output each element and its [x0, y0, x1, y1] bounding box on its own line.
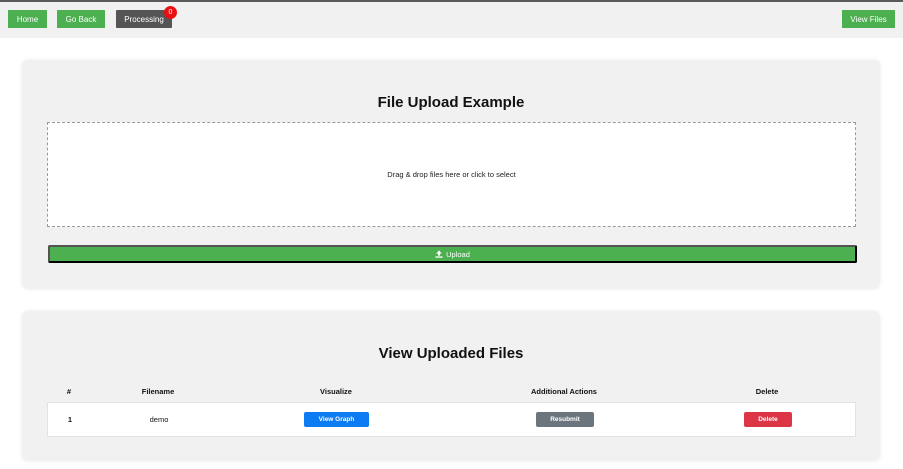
upload-icon: [435, 250, 443, 258]
column-header-delete: Delete: [755, 387, 779, 396]
row-filename: demo: [149, 415, 169, 424]
view-files-button[interactable]: View Files: [842, 10, 895, 28]
uploaded-files-card: View Uploaded Files # Filename Visualize…: [22, 311, 880, 461]
table-row: 1 demo View Graph Resubmit Delete: [47, 402, 856, 437]
column-header-filename: Filename: [141, 387, 175, 396]
table-header: # Filename Visualize Additional Actions …: [47, 387, 856, 401]
column-header-visualize: Visualize: [320, 387, 352, 396]
view-graph-button[interactable]: View Graph: [304, 412, 369, 427]
home-button[interactable]: Home: [8, 10, 47, 28]
dropzone-text: Drag & drop files here or click to selec…: [387, 170, 516, 179]
delete-button[interactable]: Delete: [744, 412, 792, 427]
upload-button-label: Upload: [446, 249, 470, 259]
uploaded-files-title: View Uploaded Files: [378, 345, 524, 362]
column-header-index: #: [66, 387, 72, 396]
upload-button[interactable]: Upload: [48, 245, 857, 263]
processing-count-badge: 0: [164, 6, 177, 19]
file-dropzone[interactable]: Drag & drop files here or click to selec…: [47, 122, 856, 227]
row-index: 1: [67, 415, 73, 424]
upload-card: File Upload Example Drag & drop files he…: [22, 60, 880, 289]
upload-title: File Upload Example: [377, 94, 525, 111]
go-back-button[interactable]: Go Back: [57, 10, 105, 28]
column-header-actions: Additional Actions: [531, 387, 597, 396]
resubmit-button[interactable]: Resubmit: [536, 412, 594, 427]
